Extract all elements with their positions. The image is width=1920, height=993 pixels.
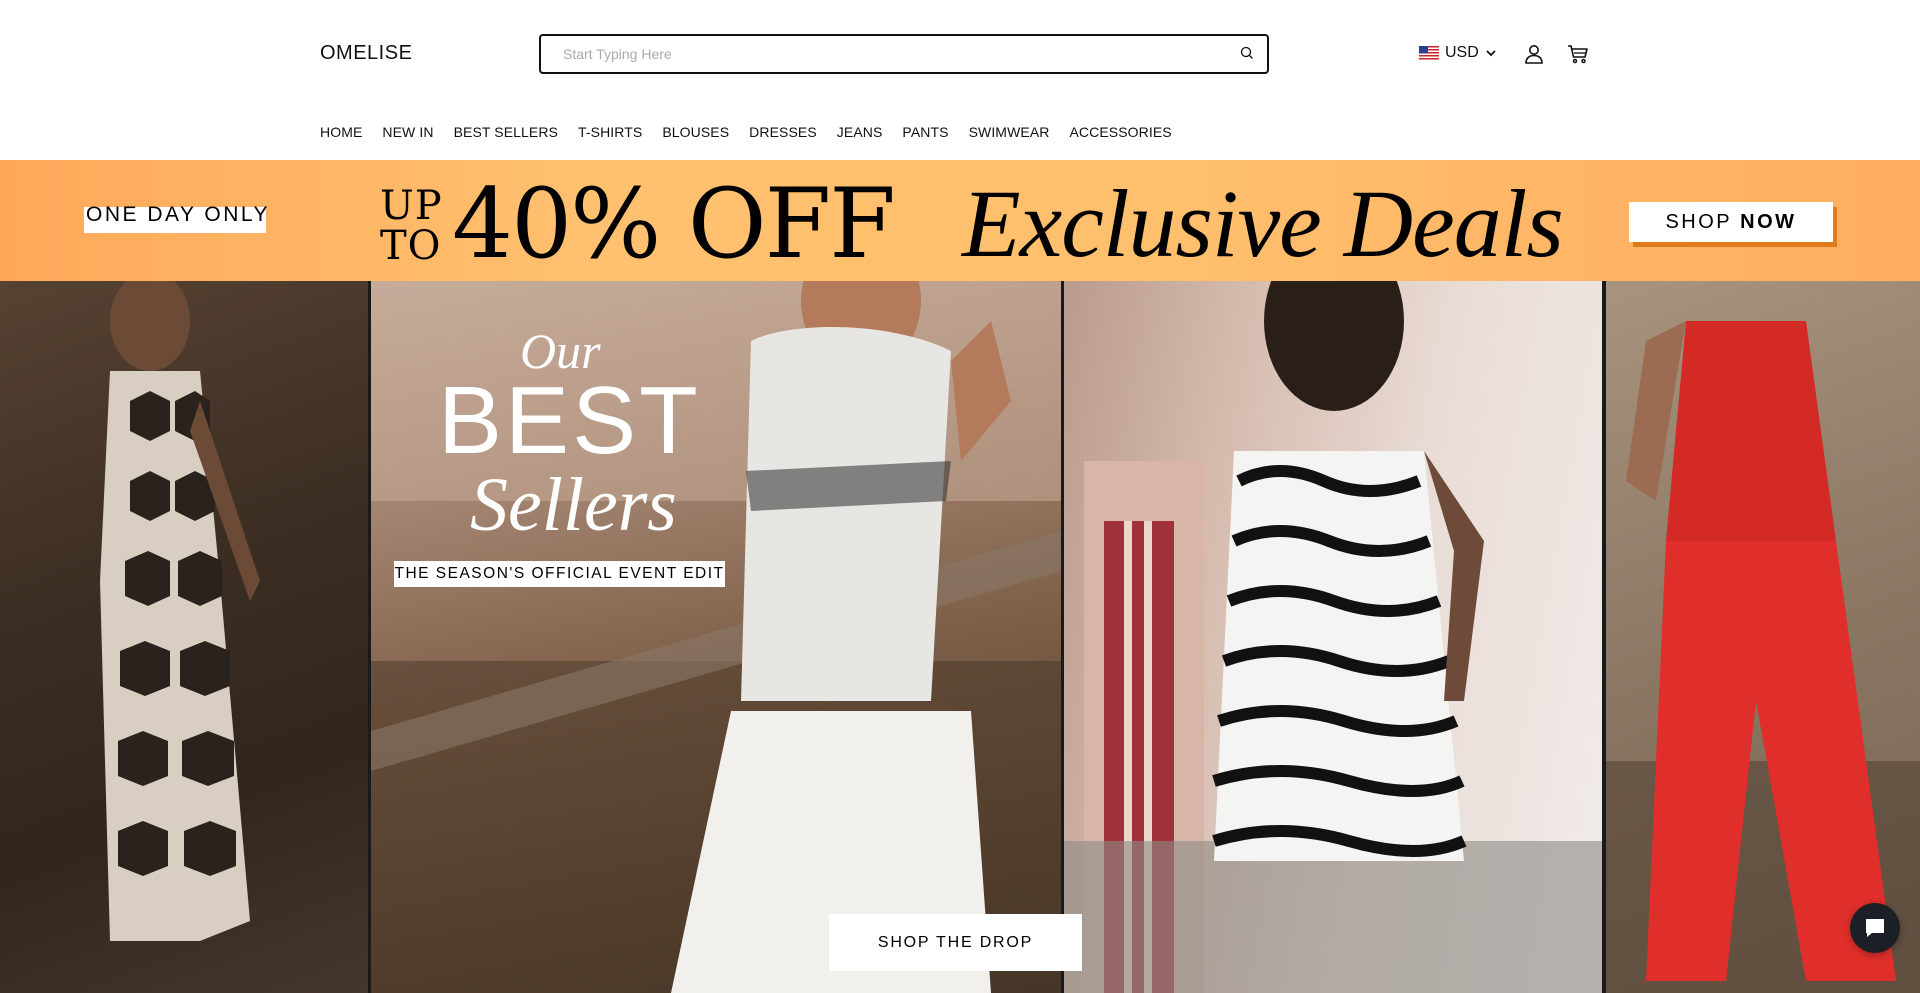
nav-accessories[interactable]: ACCESSORIES [1069,124,1171,140]
site-header: OMELISE USD HOME NEW I [0,0,1920,160]
hero-sellers-text: Sellers [470,463,677,547]
search-bar[interactable] [539,34,1269,74]
nav-new-in[interactable]: NEW IN [382,124,433,140]
search-input[interactable] [561,44,1201,64]
currency-label: USD [1445,44,1479,61]
hero-best-text: BEST [438,367,701,474]
up-text: UP [380,183,443,229]
chat-icon [1866,919,1884,937]
nav-pants[interactable]: PANTS [902,124,948,140]
nav-home[interactable]: HOME [320,124,362,140]
hero-subtitle-badge: THE SEASON'S OFFICIAL EVENT EDIT [394,561,725,587]
nav-jeans[interactable]: JEANS [837,124,883,140]
nav-t-shirts[interactable]: T-SHIRTS [578,124,642,140]
hero-photo-patterned-dress[interactable] [0,281,368,993]
nav-swimwear[interactable]: SWIMWEAR [969,124,1050,140]
currency-selector[interactable]: USD [1419,42,1497,64]
shop-the-drop-button[interactable]: SHOP THE DROP [829,914,1082,971]
shop-now-button[interactable]: SHOP NOW [1629,202,1833,242]
cart-icon[interactable] [1566,42,1590,66]
user-icon[interactable] [1522,42,1546,66]
model-figure-4 [1606,281,1920,993]
up-to-label: UP TO [380,186,443,266]
discount-label: 40% OFF [452,168,896,280]
to-text: TO [380,223,442,269]
hero-gallery [0,281,1920,993]
one-day-only-label: ONE DAY ONLY [86,203,271,226]
hero-photo-red-set[interactable] [1606,281,1920,993]
chat-widget-button[interactable] [1850,903,1900,953]
main-nav: HOME NEW IN BEST SELLERS T-SHIRTS BLOUSE… [320,124,1192,140]
us-flag-icon [1419,46,1439,60]
chevron-down-icon [1486,50,1496,57]
nav-dresses[interactable]: DRESSES [749,124,817,140]
nav-blouses[interactable]: BLOUSES [662,124,729,140]
exclusive-deals-headline: Exclusive Deals [962,170,1564,277]
model-figure-3 [1064,281,1602,993]
site-logo[interactable]: OMELISE [320,42,412,65]
search-icon[interactable] [1239,45,1255,61]
shop-now-light: SHOP [1665,210,1733,233]
model-figure-1 [0,281,368,993]
hero-photo-striped-dress[interactable] [1064,281,1602,993]
shop-now-bold: NOW [1740,210,1797,233]
nav-best-sellers[interactable]: BEST SELLERS [454,124,558,140]
